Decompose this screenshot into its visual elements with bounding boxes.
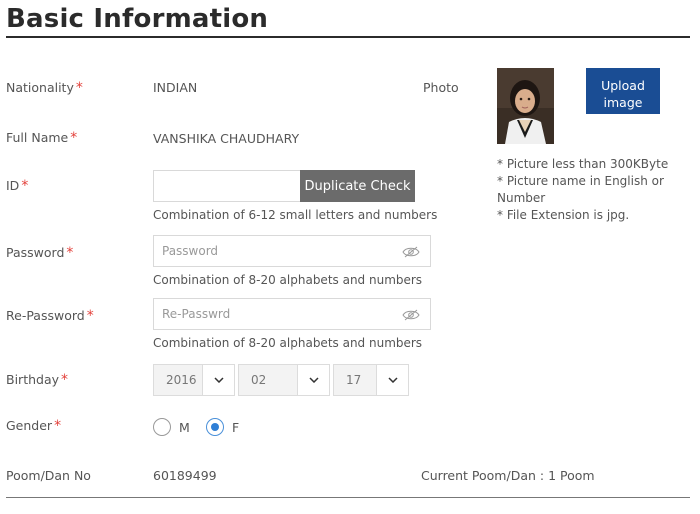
required-marker: * xyxy=(66,245,74,261)
duplicate-check-button[interactable]: Duplicate Check xyxy=(300,170,415,202)
gender-option-m: M xyxy=(179,419,190,435)
upload-image-button[interactable]: Upload image xyxy=(586,68,660,114)
password-hint: Combination of 8-20 alphabets and number… xyxy=(153,273,423,287)
required-marker: * xyxy=(61,372,69,388)
gender-label: Gender * xyxy=(6,418,61,434)
chevron-down-icon[interactable] xyxy=(202,365,234,395)
full-name-label-text: Full Name xyxy=(6,130,69,145)
gender-label-text: Gender xyxy=(6,418,53,433)
required-marker: * xyxy=(21,178,29,194)
re-password-label-text: Re-Password xyxy=(6,308,85,323)
re-password-label: Re-Password * xyxy=(6,308,94,324)
photo-requirements: * Picture less than 300KByte * Picture n… xyxy=(497,156,687,224)
id-label-text: ID xyxy=(6,178,20,193)
id-field[interactable] xyxy=(153,170,301,202)
full-name-value: VANSHIKA CHAUDHARY xyxy=(153,131,300,146)
birth-month-value: 02 xyxy=(251,373,267,387)
birth-month-select[interactable]: 02 xyxy=(238,364,330,396)
id-hint: Combination of 6-12 small letters and nu… xyxy=(153,208,438,222)
id-label: ID * xyxy=(6,178,28,194)
radio-checked-icon[interactable] xyxy=(206,418,224,436)
birth-year-select[interactable]: 2016 xyxy=(153,364,235,396)
required-marker: * xyxy=(75,80,83,96)
re-password-field[interactable] xyxy=(153,298,431,330)
password-field[interactable] xyxy=(153,235,431,267)
birth-year-value: 2016 xyxy=(166,373,197,387)
re-password-input[interactable] xyxy=(154,299,430,329)
profile-photo-image xyxy=(497,68,554,144)
nationality-label-text: Nationality xyxy=(6,80,74,95)
gender-radio-m[interactable]: M xyxy=(153,418,190,436)
re-password-hint: Combination of 8-20 alphabets and number… xyxy=(153,336,423,350)
gender-radio-f[interactable]: F xyxy=(206,418,239,436)
photo-label: Photo xyxy=(423,80,459,95)
id-input[interactable] xyxy=(154,171,300,201)
poom-dan-label: Poom/Dan No xyxy=(6,468,91,483)
chevron-down-icon[interactable] xyxy=(297,365,329,395)
birth-day-select[interactable]: 17 xyxy=(333,364,409,396)
current-poom-dan: Current Poom/Dan : 1 Poom xyxy=(421,468,595,483)
photo-note: * Picture name in English or Number xyxy=(497,174,664,205)
birthday-label-text: Birthday xyxy=(6,372,60,387)
upload-button-line1: Upload xyxy=(601,78,645,93)
password-label-text: Password xyxy=(6,245,65,260)
bottom-divider xyxy=(6,497,690,498)
eye-icon[interactable] xyxy=(402,246,420,258)
birth-day-value: 17 xyxy=(346,373,362,387)
upload-button-line2: image xyxy=(603,95,643,110)
page-title: Basic Information xyxy=(6,4,269,34)
chevron-down-icon[interactable] xyxy=(376,365,408,395)
poom-dan-value: 60189499 xyxy=(153,468,217,483)
nationality-label: Nationality * xyxy=(6,80,83,96)
radio-unchecked-icon[interactable] xyxy=(153,418,171,436)
full-name-label: Full Name * xyxy=(6,130,77,146)
profile-photo xyxy=(497,68,554,144)
required-marker: * xyxy=(86,308,94,324)
birthday-label: Birthday * xyxy=(6,372,68,388)
required-marker: * xyxy=(70,130,78,146)
nationality-value: INDIAN xyxy=(153,80,198,95)
photo-note: * Picture less than 300KByte xyxy=(497,157,669,171)
required-marker: * xyxy=(54,418,62,434)
gender-option-f: F xyxy=(232,419,240,435)
password-input[interactable] xyxy=(154,236,430,266)
title-divider xyxy=(6,36,690,38)
password-label: Password * xyxy=(6,245,73,261)
photo-note: * File Extension is jpg. xyxy=(497,208,630,222)
eye-icon[interactable] xyxy=(402,309,420,321)
